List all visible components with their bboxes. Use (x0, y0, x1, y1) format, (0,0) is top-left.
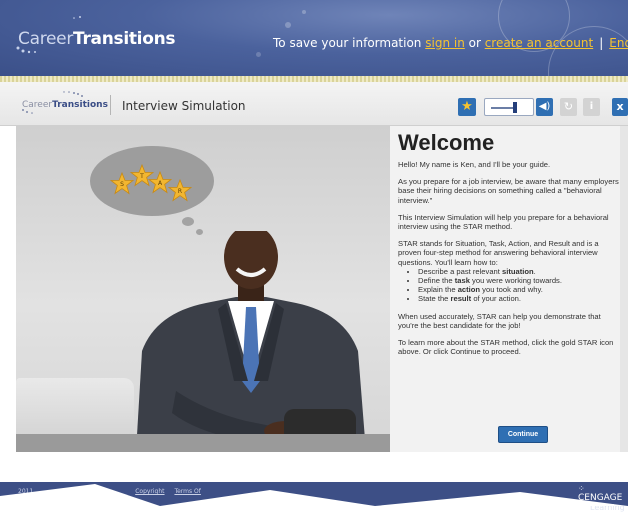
separator: | (599, 36, 604, 50)
list-item: Define the task you were working towards… (418, 276, 620, 285)
continue-button[interactable]: Continue (498, 426, 548, 443)
sound-button[interactable]: ◀) (536, 98, 553, 116)
list-item: Describe a past relevant situation. (418, 267, 620, 276)
star-letter: T (139, 173, 144, 180)
scrollbar[interactable] (620, 126, 628, 452)
replay-icon: ↻ (563, 100, 574, 113)
paragraph: STAR stands for Situation, Task, Action,… (398, 239, 599, 267)
info-button[interactable]: i (583, 98, 600, 116)
paragraph: Hello! My name is Ken, and I'll be your … (398, 160, 551, 169)
decorative-dot (285, 22, 291, 28)
desk (16, 434, 390, 452)
module-title: Interview Simulation (122, 99, 246, 113)
career-transitions-small-logo: CareerTransitions (22, 100, 108, 110)
paragraph: As you prepare for a job interview, be a… (398, 177, 619, 205)
end-session-link[interactable]: End Sess (609, 36, 628, 50)
welcome-panel: Welcome Hello! My name is Ken, and I'll … (390, 126, 628, 452)
list-item: State the result of your action. (418, 294, 620, 303)
decorative-dot (256, 52, 261, 57)
guide-scene-image: S T A R (16, 126, 390, 452)
star-rating-graphic: S T A R (110, 164, 192, 201)
star-icon: ★ (461, 99, 473, 114)
volume-handle[interactable] (513, 102, 517, 113)
star-letter: S (120, 181, 124, 188)
top-banner: CareerTransitions To save your informati… (0, 0, 628, 76)
close-icon: x (616, 100, 624, 113)
terms-link[interactable]: Terms Of (174, 488, 200, 495)
welcome-heading: Welcome (398, 130, 495, 155)
star-steps-list: Describe a past relevant situation. Defi… (398, 267, 620, 304)
sign-in-link[interactable]: sign in (425, 36, 465, 50)
create-account-link[interactable]: create an account (485, 36, 594, 50)
save-info-message: To save your information sign in or crea… (273, 36, 628, 50)
volume-slider[interactable] (484, 98, 534, 116)
paragraph: To learn more about the STAR method, cli… (398, 338, 614, 357)
speaker-icon: ◀) (538, 101, 551, 112)
divider (110, 95, 111, 115)
welcome-text: Hello! My name is Ken, and I'll be your … (398, 160, 620, 364)
paragraph: This Interview Simulation will help you … (398, 212, 609, 232)
copyright-link[interactable]: Copyright (135, 488, 164, 495)
footer-year: 2011 (18, 488, 34, 495)
close-button[interactable]: x (612, 98, 628, 116)
list-item: Explain the action you took and why. (418, 285, 620, 294)
paragraph: When used accurately, STAR can help you … (398, 311, 601, 330)
star-method-button[interactable]: ★ (458, 98, 476, 116)
career-transitions-logo: CareerTransitions (18, 29, 176, 49)
info-icon: i (589, 101, 594, 112)
cengage-mark-icon: ⁘ (578, 484, 585, 493)
module-header: CareerTransitions Interview Simulation ★… (0, 82, 628, 126)
footer-text: 2011 Copyright Terms Of (18, 488, 209, 495)
cengage-logo: ⁘ CENGAGE Learning (578, 484, 625, 512)
simulation-content: S T A R Welcome Hello! My name is Ken, a… (16, 126, 628, 452)
thought-bubble-dot (182, 217, 194, 226)
volume-track (491, 107, 515, 109)
decorative-dot (302, 10, 306, 14)
replay-button[interactable]: ↻ (560, 98, 577, 116)
star-letter: R (178, 188, 182, 195)
